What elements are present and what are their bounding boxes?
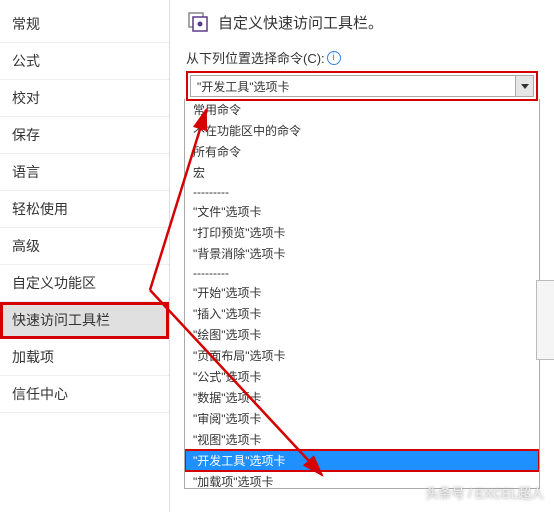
sidebar-item-2[interactable]: 校对 bbox=[0, 80, 169, 117]
commands-from-dropdown[interactable]: "开发工具"选项卡 bbox=[190, 75, 534, 97]
dropdown-selected-text: "开发工具"选项卡 bbox=[191, 78, 515, 95]
dropdown-option[interactable]: --------- bbox=[185, 264, 539, 282]
sidebar-item-1[interactable]: 公式 bbox=[0, 43, 169, 80]
dropdown-option[interactable]: "文件"选项卡 bbox=[185, 201, 539, 222]
sidebar-item-5[interactable]: 轻松使用 bbox=[0, 191, 169, 228]
sidebar-item-7[interactable]: 自定义功能区 bbox=[0, 265, 169, 302]
dropdown-option[interactable]: 宏 bbox=[185, 162, 539, 183]
main-panel: 自定义快速访问工具栏。 从下列位置选择命令(C): i "开发工具"选项卡 常用… bbox=[170, 0, 554, 512]
sidebar-item-3[interactable]: 保存 bbox=[0, 117, 169, 154]
dropdown-option[interactable]: "打印预览"选项卡 bbox=[185, 222, 539, 243]
panel-title: 自定义快速访问工具栏。 bbox=[218, 12, 383, 33]
commands-from-dropdown-list[interactable]: 常用命令不在功能区中的命令所有命令宏---------"文件"选项卡"打印预览"… bbox=[184, 99, 540, 489]
choose-commands-label: 从下列位置选择命令(C): i bbox=[186, 48, 538, 67]
sidebar-item-8[interactable]: 快速访问工具栏 bbox=[0, 302, 169, 339]
dropdown-option[interactable]: "开始"选项卡 bbox=[185, 282, 539, 303]
watermark-text: 头条号 / EXCEL超人 bbox=[426, 483, 544, 502]
title-row: 自定义快速访问工具栏。 bbox=[186, 10, 538, 34]
sidebar-item-0[interactable]: 常规 bbox=[0, 6, 169, 43]
dropdown-option[interactable]: "数据"选项卡 bbox=[185, 387, 539, 408]
dropdown-option[interactable]: "页面布局"选项卡 bbox=[185, 345, 539, 366]
dropdown-option[interactable]: "背景消除"选项卡 bbox=[185, 243, 539, 264]
category-sidebar: 常规公式校对保存语言轻松使用高级自定义功能区快速访问工具栏加载项信任中心 bbox=[0, 0, 170, 512]
dropdown-option[interactable]: 不在功能区中的命令 bbox=[185, 120, 539, 141]
info-icon[interactable]: i bbox=[327, 51, 341, 65]
dropdown-option[interactable]: "公式"选项卡 bbox=[185, 366, 539, 387]
secondary-list-scrollbar[interactable] bbox=[536, 280, 554, 360]
dropdown-option[interactable]: --------- bbox=[185, 183, 539, 201]
sidebar-item-9[interactable]: 加载项 bbox=[0, 339, 169, 376]
dropdown-option[interactable]: "审阅"选项卡 bbox=[185, 408, 539, 429]
chevron-down-icon[interactable] bbox=[515, 76, 533, 96]
dropdown-option[interactable]: "视图"选项卡 bbox=[185, 429, 539, 450]
dropdown-option[interactable]: "插入"选项卡 bbox=[185, 303, 539, 324]
options-dialog: 常规公式校对保存语言轻松使用高级自定义功能区快速访问工具栏加载项信任中心 自定义… bbox=[0, 0, 554, 512]
dropdown-option[interactable]: "绘图"选项卡 bbox=[185, 324, 539, 345]
sidebar-item-10[interactable]: 信任中心 bbox=[0, 376, 169, 413]
dropdown-option[interactable]: 所有命令 bbox=[185, 141, 539, 162]
dropdown-option[interactable]: 常用命令 bbox=[185, 99, 539, 120]
sidebar-item-4[interactable]: 语言 bbox=[0, 154, 169, 191]
quick-access-icon bbox=[186, 10, 210, 34]
sidebar-item-6[interactable]: 高级 bbox=[0, 228, 169, 265]
dropdown-option[interactable]: "开发工具"选项卡 bbox=[185, 450, 539, 471]
commands-from-dropdown-highlight: "开发工具"选项卡 bbox=[186, 71, 538, 101]
